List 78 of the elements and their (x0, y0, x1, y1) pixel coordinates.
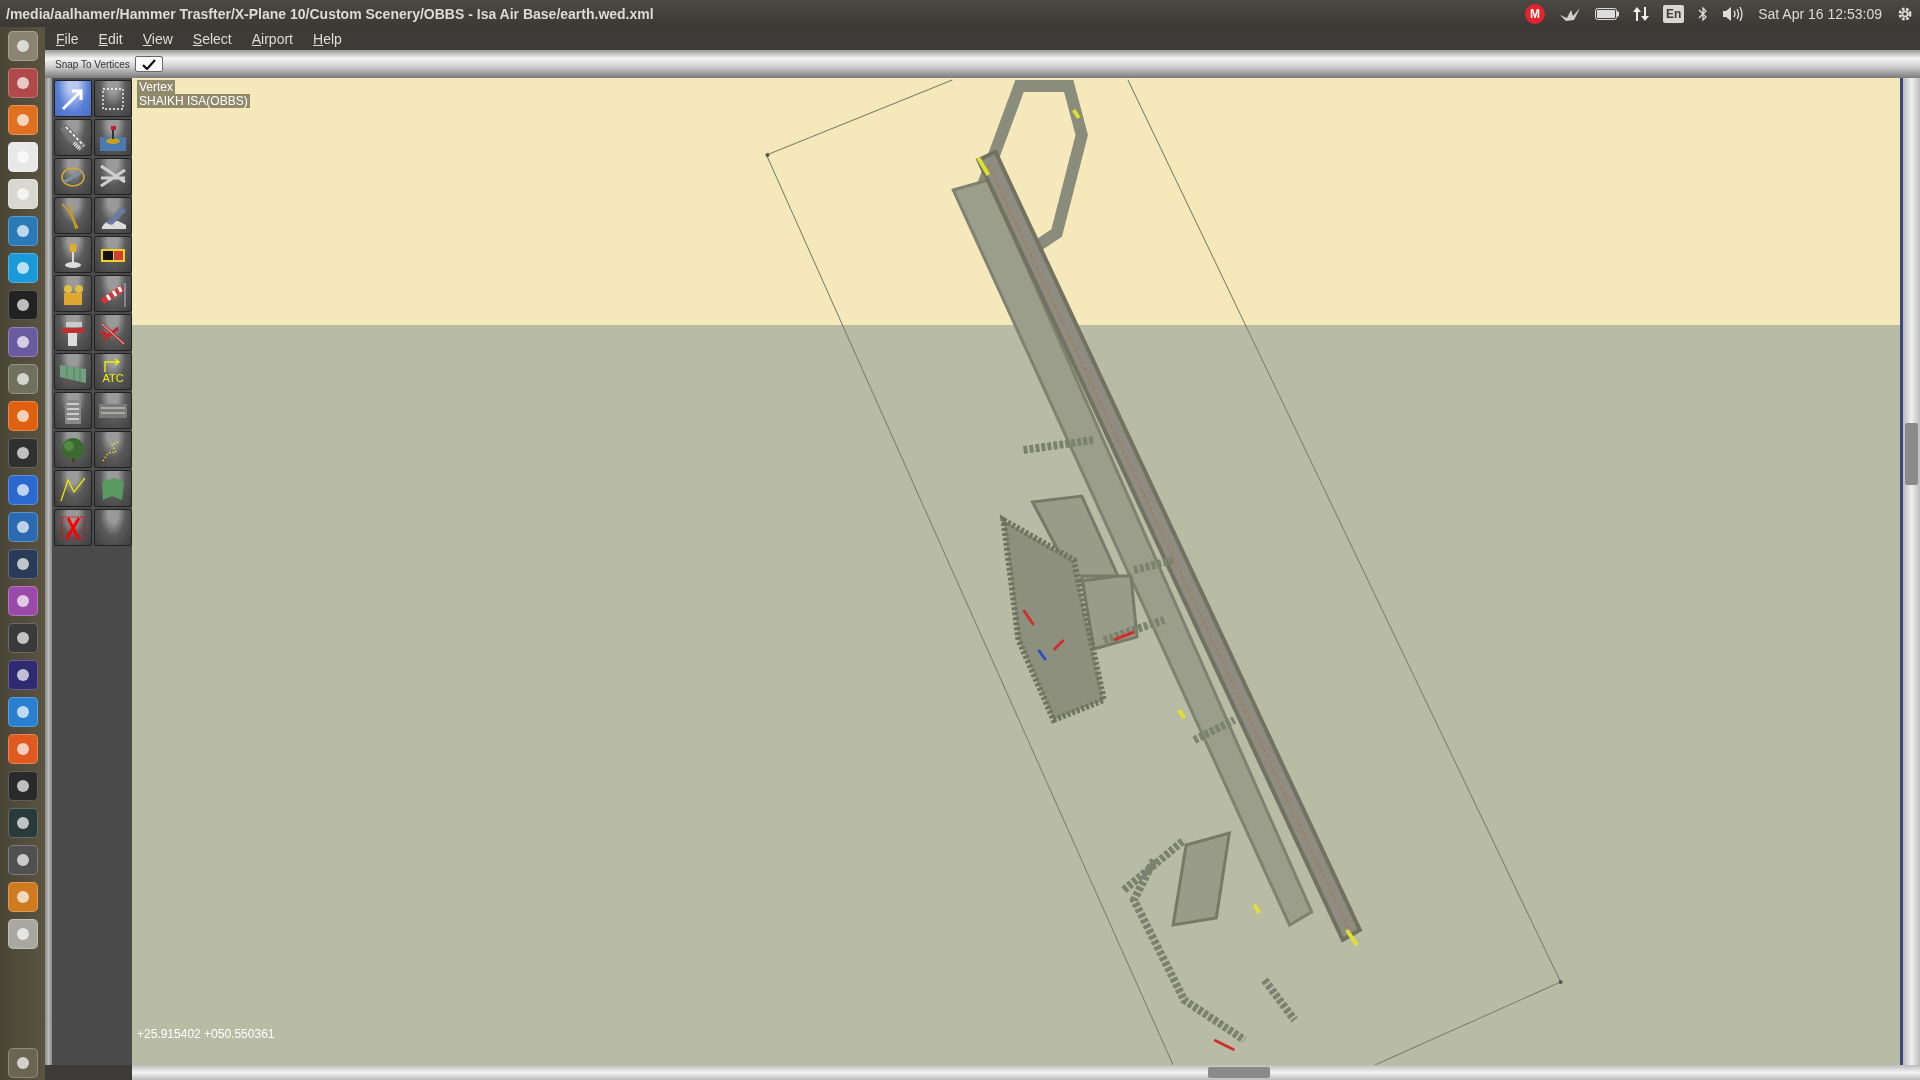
keyboard-layout-indicator[interactable]: En (1662, 4, 1685, 23)
app-launcher-icon[interactable] (7, 438, 38, 468)
runway-icon (58, 122, 88, 153)
bluetooth-icon[interactable] (1698, 5, 1709, 22)
app-launcher-icon[interactable] (7, 734, 38, 764)
menu-item[interactable]: Airport (251, 30, 293, 47)
tool-button[interactable]: ATC (94, 353, 132, 390)
app-launcher-icon[interactable] (7, 253, 38, 283)
app-launcher-icon[interactable] (7, 771, 38, 801)
coordinates-text: +25.915402 +050.550361 (137, 1027, 275, 1041)
tool-button[interactable] (94, 80, 132, 117)
tool-button[interactable] (54, 314, 92, 351)
app-launcher-icon[interactable] (7, 105, 38, 135)
app-launcher-icon[interactable] (7, 919, 38, 949)
horizontal-scroll-bar[interactable] (132, 1065, 1920, 1080)
app-launcher-icon[interactable] (7, 845, 38, 875)
app-launcher-icon[interactable] (7, 475, 38, 505)
snap-to-vertices-label: Snap To Vertices (55, 58, 130, 70)
tool-button[interactable] (94, 158, 132, 195)
menu-item[interactable]: View (142, 30, 173, 47)
tool-button[interactable] (94, 470, 132, 507)
tool-button[interactable] (54, 470, 92, 507)
speaker-icon[interactable] (1722, 5, 1745, 22)
menu-item[interactable]: Help (313, 30, 342, 47)
app-launcher-icon[interactable] (7, 31, 38, 61)
tool-button[interactable] (94, 314, 132, 351)
tool-button[interactable] (54, 80, 92, 117)
app-launcher-icon[interactable] (7, 512, 38, 542)
app-launcher-icon[interactable] (7, 660, 38, 690)
tool-button[interactable] (54, 236, 92, 273)
check-icon (141, 58, 156, 70)
app-launcher-icon[interactable] (7, 401, 38, 431)
app-launcher-icon[interactable] (7, 882, 38, 912)
mail-badge[interactable]: M (1524, 3, 1545, 24)
window-title: /media/aalhamer/Hammer Trasfter/X-Plane 10/Custom Scenery/OBBS - Isa Air Base/earth.wed.xml (6, 5, 654, 22)
app-launcher-icon[interactable] (7, 142, 38, 172)
battery-icon[interactable] (1594, 7, 1619, 20)
snap-checkbox[interactable] (134, 56, 163, 72)
tool-button[interactable] (54, 119, 92, 156)
tool-button[interactable] (54, 392, 92, 429)
menu-item[interactable]: Select (192, 30, 232, 47)
tool-button[interactable] (54, 353, 92, 390)
tool-button[interactable] (54, 158, 92, 195)
app-launcher-icon[interactable] (7, 586, 38, 616)
tool-button[interactable] (94, 197, 132, 234)
tool-button[interactable] (54, 275, 92, 312)
tool-button[interactable] (94, 431, 132, 468)
tool-button[interactable] (94, 509, 132, 546)
app-launcher-icon[interactable] (7, 68, 38, 98)
atc-label: ATC (102, 373, 124, 384)
tool-button[interactable] (54, 509, 92, 546)
tool-button[interactable] (54, 431, 92, 468)
app-launcher-icon[interactable] (7, 290, 38, 320)
menu-item[interactable]: Edit (98, 30, 123, 47)
app-launcher-icon[interactable] (7, 623, 38, 653)
tool-button[interactable] (54, 197, 92, 234)
tool-name-text: Vertex (137, 80, 176, 94)
app-launcher-icon[interactable] (7, 364, 38, 394)
app-launcher-icon[interactable] (7, 179, 38, 209)
tool-button[interactable] (94, 236, 132, 273)
wide-building-icon (98, 402, 128, 419)
airport-name-text: SHAIKH ISA(OBBS) (137, 94, 250, 108)
scroll-thumb[interactable] (1905, 423, 1918, 485)
map-canvas[interactable]: Vertex SHAIKH ISA(OBBS) +25.915402 +050.550361 (132, 78, 1900, 1065)
tool-button[interactable] (94, 119, 132, 156)
clock-text[interactable]: Sat Apr 16 12:53:09 (1758, 5, 1882, 22)
app-launcher-icon[interactable] (7, 1048, 38, 1078)
app-launcher-icon[interactable] (7, 327, 38, 357)
tool-button[interactable] (94, 275, 132, 312)
app-launcher-icon[interactable] (7, 216, 38, 246)
network-arrows-icon[interactable] (1632, 5, 1649, 22)
scroll-thumb[interactable] (1208, 1067, 1270, 1078)
menu-item[interactable]: File (56, 30, 79, 47)
app-launcher-icon[interactable] (7, 808, 38, 838)
tool-button[interactable] (94, 392, 132, 429)
app-launcher-icon[interactable] (7, 549, 38, 579)
app-launcher-icon[interactable] (7, 697, 38, 727)
vertical-scroll-bar[interactable] (1900, 78, 1920, 1065)
